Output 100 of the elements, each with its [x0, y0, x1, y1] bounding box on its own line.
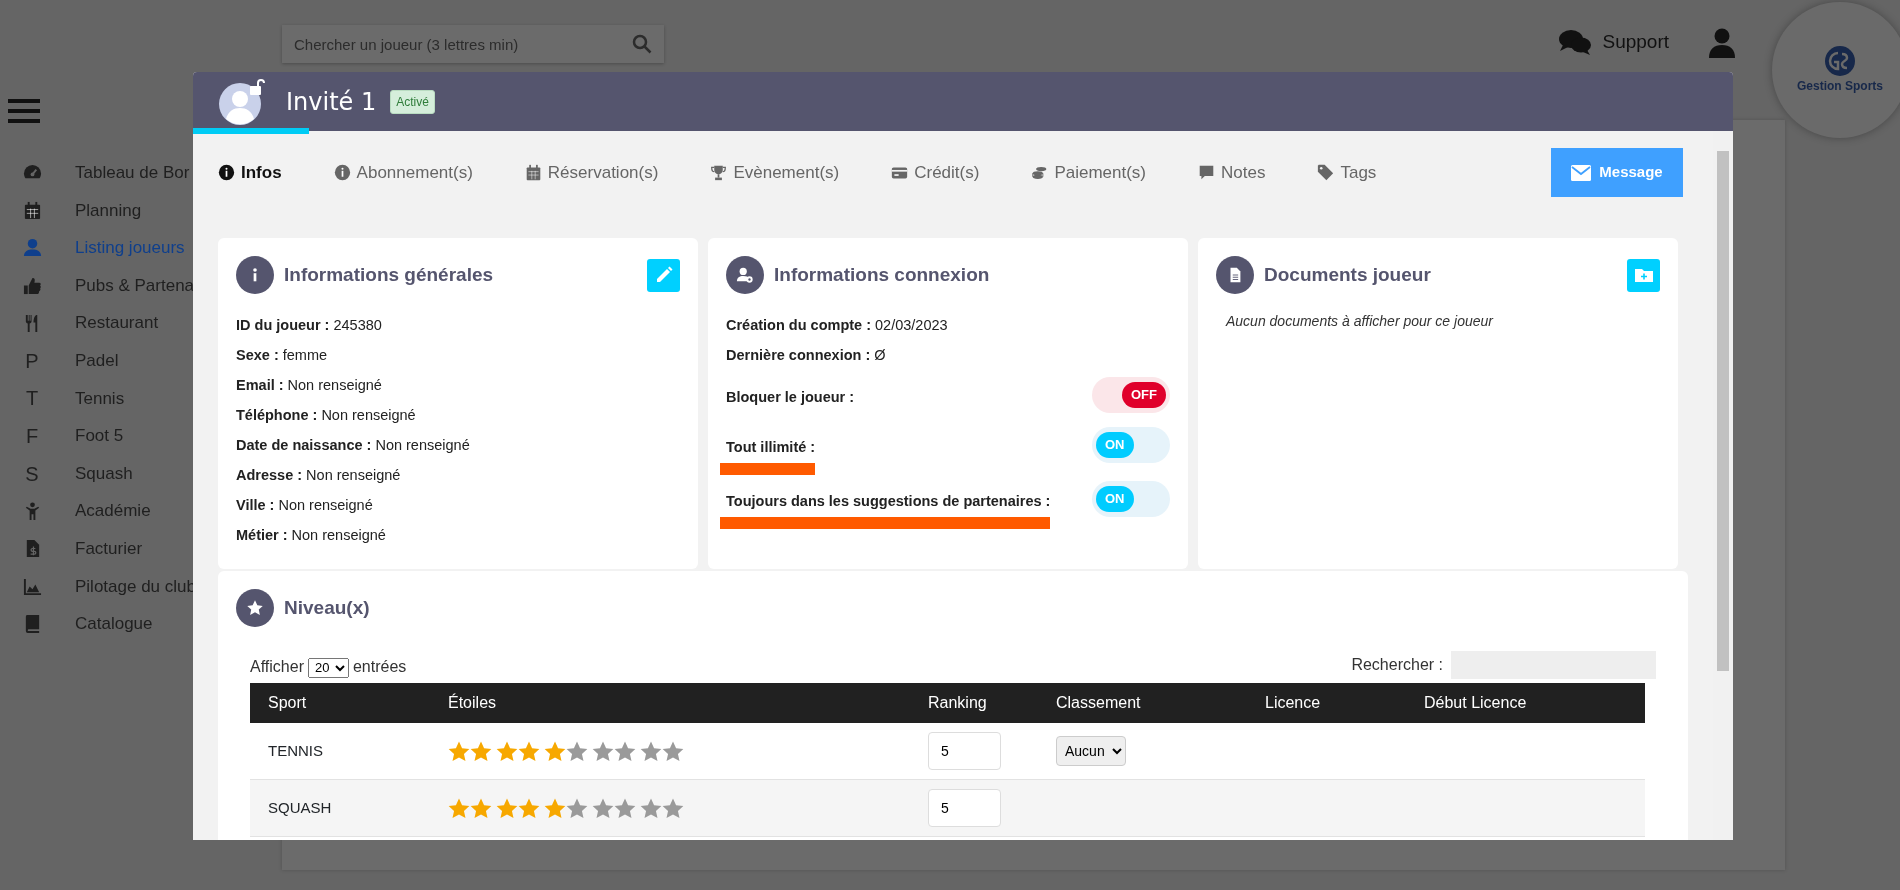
star-icon [518, 740, 540, 762]
search-label: Rechercher : [1351, 655, 1443, 675]
envelope-icon [1571, 164, 1592, 181]
setting-label: Toujours dans les suggestions de partenaires : [726, 491, 1051, 511]
message-button[interactable]: Message [1551, 148, 1683, 197]
info-row-text: Dernière connexion : Ø [726, 346, 887, 366]
user-icon[interactable] [1709, 28, 1735, 58]
area-chart-icon [22, 576, 42, 596]
star-icon [566, 797, 588, 819]
edit-button[interactable] [647, 258, 680, 292]
logo[interactable]: Gestion Sports [1772, 2, 1900, 138]
setting-label: Tout illimité : [726, 438, 816, 457]
show-label: Afficher [250, 658, 304, 675]
star-icon [640, 740, 662, 762]
star-icon [448, 740, 470, 762]
tab[interactable]: Crédit(s) [891, 159, 980, 186]
avatar-icon [218, 77, 266, 126]
column-header: Ranking [927, 693, 988, 713]
star-icon [662, 740, 684, 762]
info-row-text: Adresse : Non renseigné [236, 466, 402, 486]
setting-label: Bloquer le joueur : [726, 388, 855, 407]
tab[interactable]: Infos [218, 159, 282, 186]
tab[interactable]: Réservation(s) [524, 159, 659, 186]
chat-bubbles-icon [1558, 28, 1593, 57]
column-header: Sport [267, 693, 308, 713]
section-icon [236, 256, 274, 294]
menu-letter: S [25, 461, 39, 487]
section-title: Documents joueur [1264, 262, 1431, 287]
star-icon [544, 797, 566, 819]
logo-text: Gestion Sports [1797, 78, 1883, 95]
tab[interactable]: Tags [1317, 159, 1377, 186]
trophy-icon [710, 164, 728, 181]
star-icon [496, 797, 518, 819]
search-field[interactable]: Chercher un joueur (3 lettres min) [282, 25, 664, 63]
coins-icon [1031, 164, 1049, 181]
tab[interactable]: Abonnement(s) [333, 159, 473, 186]
empty-message: Aucun documents à afficher pour ce joueur [1224, 312, 1495, 331]
star-icon [544, 740, 566, 762]
user-icon [22, 238, 42, 258]
info-row-text: Création du compte : 02/03/2023 [726, 316, 949, 336]
star-icon [470, 740, 492, 762]
sidebar-item[interactable]: Listing joueurs [8, 229, 282, 267]
column-header: Classement [1055, 693, 1142, 713]
info-row-text: Téléphone : Non renseigné [236, 406, 417, 426]
star-icon [448, 797, 470, 819]
sidebar-item[interactable]: Catalogue [8, 605, 282, 643]
ranking-class-select[interactable]: Aucun [1056, 736, 1126, 766]
tab[interactable]: Notes [1198, 159, 1266, 186]
star-icon [470, 797, 492, 819]
menu-letter: P [25, 348, 39, 374]
toggle-switch[interactable]: ON [1092, 480, 1170, 517]
star-icon [592, 740, 614, 762]
thumbs-up-icon [22, 276, 42, 296]
tag-icon [1317, 164, 1335, 181]
info-icon [333, 164, 351, 181]
section-icon [236, 589, 274, 627]
calendar-icon [22, 200, 42, 220]
section-icon [726, 256, 764, 294]
search-icon [632, 34, 652, 54]
column-header: Étoiles [447, 692, 498, 713]
menu-letter: F [25, 423, 39, 449]
sidebar-item[interactable]: Planning [8, 191, 282, 230]
info-row-text: Ville : Non renseigné [236, 496, 374, 516]
star-icon [614, 797, 636, 819]
star-icon [640, 797, 662, 819]
star-icon [518, 797, 540, 819]
info-row-text: Date de naissance : Non renseigné [236, 436, 471, 456]
credit-card-icon [891, 164, 909, 181]
star-icon [566, 740, 588, 762]
tab[interactable]: Paiement(s) [1031, 159, 1147, 186]
ranking-field[interactable]: 5 [928, 732, 1001, 770]
status-badge: Activé [390, 89, 435, 114]
table-cell-text: SQUASH [268, 797, 332, 818]
logo-icon [1824, 45, 1856, 77]
section-title: Informations connexion [774, 262, 990, 287]
page-size-select[interactable]: 20 [307, 657, 349, 678]
section-icon [1216, 256, 1254, 294]
info-icon [218, 164, 235, 181]
info-row-text: Sexe : femme [236, 346, 329, 366]
star-icon [662, 797, 684, 819]
star-icon [614, 740, 636, 762]
entries-label: entrées [352, 658, 407, 675]
info-row-text: Email : Non renseigné [236, 376, 383, 396]
menu-letter: T [25, 386, 39, 412]
menu-icon[interactable] [8, 98, 40, 124]
support-link[interactable]: Support [1602, 28, 1669, 57]
tab[interactable]: Evènement(s) [710, 159, 840, 186]
toggle-switch[interactable]: OFF [1092, 377, 1170, 413]
player-name: Invité 1 [286, 86, 377, 118]
ranking-field[interactable]: 5 [928, 789, 1001, 827]
sidebar-item[interactable]: Pubs & Partena [8, 266, 282, 305]
calendar-icon [524, 164, 542, 181]
scrollbar-thumb[interactable] [1717, 151, 1729, 671]
add-folder-button[interactable] [1627, 258, 1660, 292]
toggle-switch[interactable]: ON [1092, 427, 1170, 463]
table-cell-text: TENNIS [268, 740, 323, 761]
column-header: Licence [1264, 693, 1322, 713]
column-header: Début Licence [1423, 693, 1528, 713]
star-icon [496, 740, 518, 762]
info-row-text: ID du joueur : 245380 [236, 316, 383, 336]
